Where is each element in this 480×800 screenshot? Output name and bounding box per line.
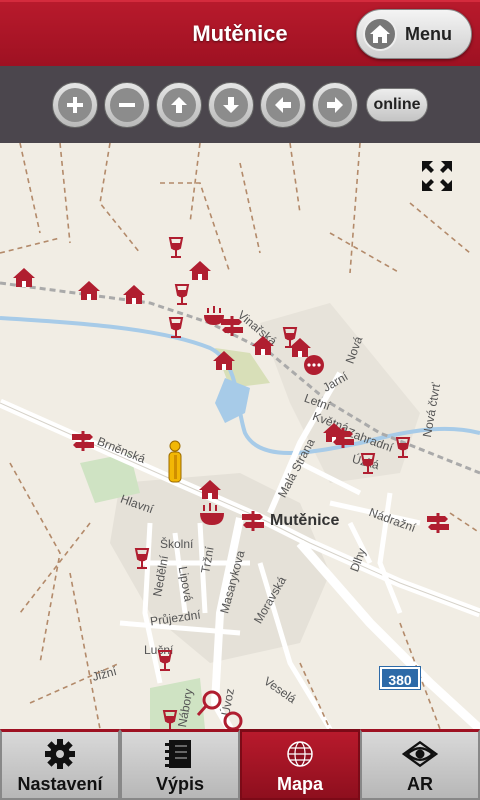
arrow-right-icon (318, 87, 352, 122)
tab-label: AR (407, 773, 433, 794)
tab-label: Nastavení (17, 773, 103, 794)
fullscreen-button[interactable] (420, 159, 454, 193)
tab-mapa[interactable]: Mapa (240, 729, 360, 800)
ar-eye-icon (402, 736, 438, 772)
road-number-shield: 380 (380, 667, 420, 689)
globe-icon (282, 736, 318, 772)
map-toolbar: online (0, 66, 480, 143)
pan-right-button[interactable] (312, 81, 358, 128)
expand-icon (422, 161, 452, 191)
minus-icon (110, 87, 144, 122)
zoom-in-button[interactable] (52, 81, 98, 128)
tab-label: Mapa (276, 773, 323, 794)
menu-button-label: Menu (405, 23, 452, 44)
park-area (215, 348, 270, 388)
tab-nastaveni[interactable]: Nastavení (0, 729, 120, 800)
tab-ar[interactable]: AR (360, 729, 480, 800)
tab-label: Výpis (155, 773, 205, 794)
app-window: Mutěnice Menu online Brněnská Vinařská J… (0, 0, 480, 800)
gear-icon (42, 736, 78, 772)
arrow-up-icon (162, 87, 196, 122)
tab-vypis[interactable]: Výpis (120, 729, 240, 800)
menu-button[interactable]: Menu (356, 9, 472, 59)
street-label: Luční (144, 643, 174, 657)
pan-down-button[interactable] (208, 81, 254, 128)
map-view[interactable]: Brněnská Vinařská Jarní Letní Květná Zah… (0, 143, 480, 729)
zoom-out-button[interactable] (104, 81, 150, 128)
pan-up-button[interactable] (156, 81, 202, 128)
arrow-left-icon (266, 87, 300, 122)
pan-left-button[interactable] (260, 81, 306, 128)
header-bar: Mutěnice Menu (0, 0, 480, 66)
street-label: Školní (160, 537, 194, 551)
online-toggle-button[interactable]: online (366, 87, 428, 122)
town-label: Mutěnice (270, 512, 340, 529)
home-icon (363, 17, 397, 51)
map-base-layer (0, 143, 480, 729)
list-icon (162, 736, 198, 772)
arrow-down-icon (214, 87, 248, 122)
bottom-tab-bar: Nastavení Výpis Mapa AR (0, 729, 480, 800)
plus-icon (58, 87, 92, 122)
